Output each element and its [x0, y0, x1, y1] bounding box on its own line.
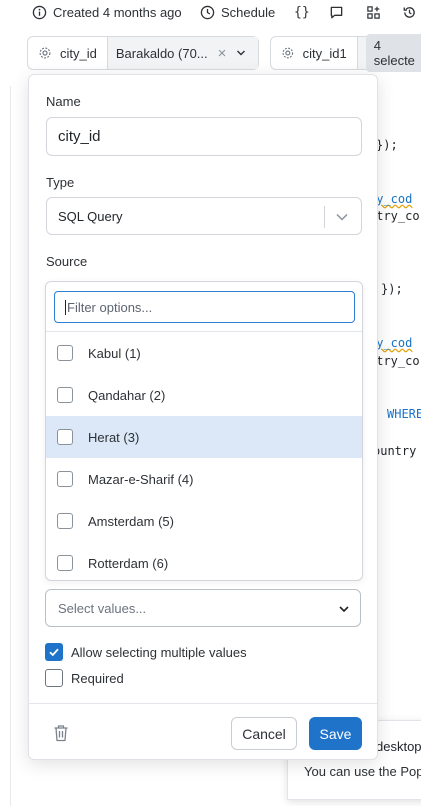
schedule-button[interactable]: Schedule	[200, 5, 275, 20]
text-caret	[65, 299, 66, 315]
option-item[interactable]: Mazar-e-Sharif (4)	[46, 458, 362, 500]
option-checkbox[interactable]	[57, 387, 73, 403]
history-icon	[403, 7, 415, 18]
clear-icon[interactable]: ×	[218, 45, 227, 62]
allow-multiple-label: Allow selecting multiple values	[71, 644, 247, 660]
divider	[29, 703, 377, 704]
gear-icon	[282, 47, 294, 59]
option-checkbox[interactable]	[57, 555, 73, 571]
allow-multiple-row[interactable]: Allow selecting multiple values	[45, 643, 247, 661]
created-text: Created 4 months ago	[53, 5, 182, 20]
code-line: WHERE	[387, 407, 421, 421]
param-value-select[interactable]: 4 selecte	[356, 34, 421, 72]
param-name: city_id1	[302, 45, 347, 61]
save-button[interactable]: Save	[309, 717, 362, 750]
source-options-dropdown: Filter options... Kabul (1) Qandahar (2)…	[45, 281, 363, 581]
option-label: Herat (3)	[88, 429, 140, 445]
chevron-down-icon	[339, 606, 349, 613]
info-icon	[32, 5, 47, 20]
option-item[interactable]: Amsterdam (5)	[46, 500, 362, 542]
gear-icon	[39, 47, 51, 59]
option-item[interactable]: Kabul (1)	[46, 332, 362, 374]
option-item[interactable]: Qandahar (2)	[46, 374, 362, 416]
components-button[interactable]	[366, 5, 381, 20]
param-city-id[interactable]: city_id Barakaldo (70... ×	[27, 36, 259, 70]
option-label: Mazar-e-Sharif (4)	[88, 471, 194, 487]
required-label: Required	[71, 670, 124, 686]
created-info: Created 4 months ago	[32, 5, 182, 20]
selected-count-badge: 4 selecte	[365, 34, 421, 72]
name-input[interactable]: city_id	[46, 117, 362, 156]
required-row[interactable]: Required	[45, 669, 124, 687]
option-checkbox[interactable]	[57, 471, 73, 487]
parameter-settings-popover: Name city_id Type SQL Query Source Filte…	[28, 74, 378, 760]
clock-icon	[200, 5, 215, 20]
grid-plus-icon	[367, 6, 380, 19]
option-checkbox[interactable]	[57, 429, 73, 445]
toolbar: Created 4 months ago Schedule {}	[0, 0, 421, 30]
filter-options-input[interactable]: Filter options...	[54, 291, 355, 323]
name-label: Name	[46, 94, 81, 109]
chevron-down-icon	[237, 50, 246, 56]
option-item[interactable]: Rotterdam (6)	[46, 542, 362, 580]
option-item[interactable]: Herat (3)	[46, 416, 362, 458]
code-line: ountry	[373, 444, 417, 458]
param-city-id1[interactable]: city_id1 4 selecte	[270, 34, 421, 72]
type-label: Type	[46, 175, 75, 190]
option-label: Rotterdam (6)	[88, 555, 169, 571]
option-label: Qandahar (2)	[88, 387, 166, 403]
braces-icon: {}	[294, 5, 310, 20]
schedule-label: Schedule	[221, 5, 276, 20]
type-select-value: SQL Query	[58, 208, 123, 224]
variables-button[interactable]: {}	[294, 5, 310, 20]
select-values-placeholder: Select values...	[58, 600, 147, 616]
filter-placeholder: Filter options...	[67, 299, 153, 315]
check-icon	[49, 648, 59, 657]
toast-text: You can use the Pop	[304, 764, 421, 779]
cancel-button[interactable]: Cancel	[231, 717, 297, 750]
code-line: });	[381, 282, 403, 296]
allow-multiple-checkbox[interactable]	[45, 643, 63, 661]
param-value: Barakaldo (70...	[115, 45, 208, 61]
option-checkbox[interactable]	[57, 513, 73, 529]
comment-icon	[330, 6, 343, 19]
source-label: Source	[46, 254, 88, 269]
param-name: city_id	[60, 45, 97, 61]
option-label: Kabul (1)	[88, 345, 141, 361]
option-label: Amsterdam (5)	[88, 513, 174, 529]
select-divider	[324, 206, 325, 228]
param-value-select[interactable]: Barakaldo (70... ×	[106, 37, 258, 69]
history-button[interactable]	[402, 5, 417, 20]
chevron-down-icon	[336, 213, 348, 221]
name-input-value: city_id	[58, 128, 101, 145]
option-checkbox[interactable]	[57, 345, 73, 361]
select-values-dropdown[interactable]: Select values...	[45, 589, 361, 627]
parameter-bar: city_id Barakaldo (70... × city_id1 4 se…	[0, 34, 421, 72]
comments-button[interactable]	[329, 5, 344, 20]
trash-icon[interactable]	[53, 724, 69, 742]
type-select[interactable]: SQL Query	[46, 197, 362, 235]
required-checkbox[interactable]	[45, 669, 63, 687]
code-line: });	[376, 138, 398, 152]
toast-title: desktop	[376, 739, 421, 754]
